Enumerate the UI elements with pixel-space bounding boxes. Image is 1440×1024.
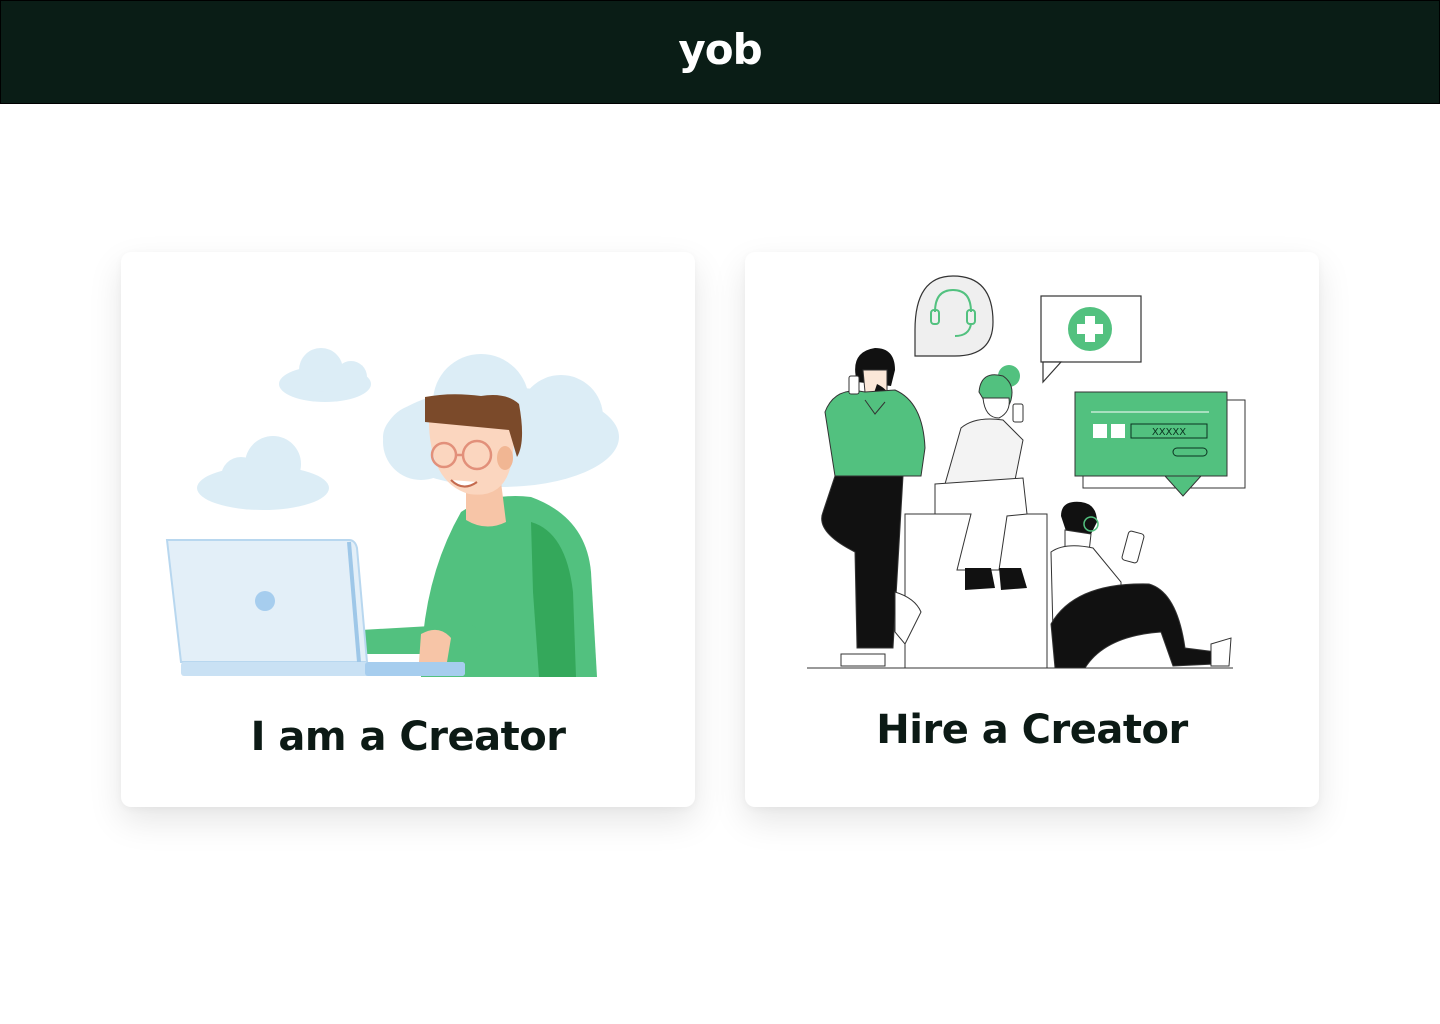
creator-at-laptop-illustration (165, 348, 619, 677)
standing-man-figure (821, 348, 926, 667)
login-form-icon: XXXXX (1074, 391, 1246, 497)
headset-bubble-icon (914, 275, 994, 357)
password-mask-text: XXXXX (1152, 427, 1186, 438)
people-hiring-illustration: XXXXX (807, 275, 1246, 669)
creator-card-label: I am a Creator (250, 714, 566, 760)
brand-logo[interactable]: yob (678, 25, 762, 74)
sitting-man-figure (1050, 501, 1232, 669)
top-bar: yob (0, 0, 1440, 104)
hire-card-label: Hire a Creator (876, 707, 1188, 753)
plus-bubble-icon (1040, 295, 1142, 384)
creator-card[interactable]: I am a Creator (121, 252, 695, 807)
hire-card[interactable]: XXXXX Hire a Creator (745, 252, 1319, 807)
